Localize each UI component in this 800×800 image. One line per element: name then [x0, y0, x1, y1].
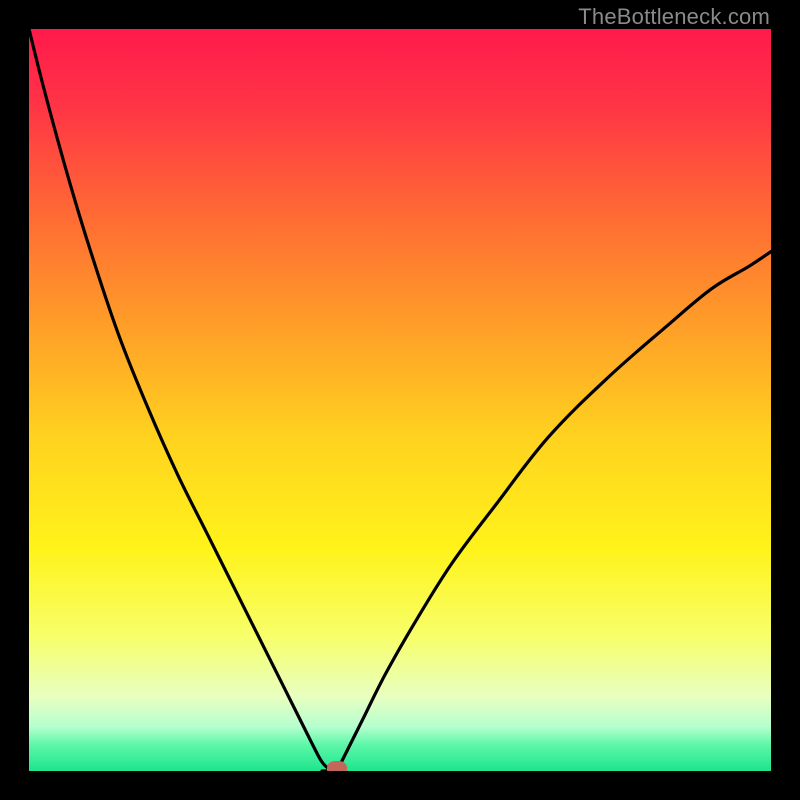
optimal-point-marker	[327, 761, 347, 771]
curve-left-branch	[29, 29, 337, 771]
plot-area	[29, 29, 771, 771]
watermark-text: TheBottleneck.com	[578, 4, 770, 30]
chart-frame: TheBottleneck.com	[0, 0, 800, 800]
bottleneck-curve	[29, 29, 771, 771]
curve-right-branch	[337, 252, 771, 771]
